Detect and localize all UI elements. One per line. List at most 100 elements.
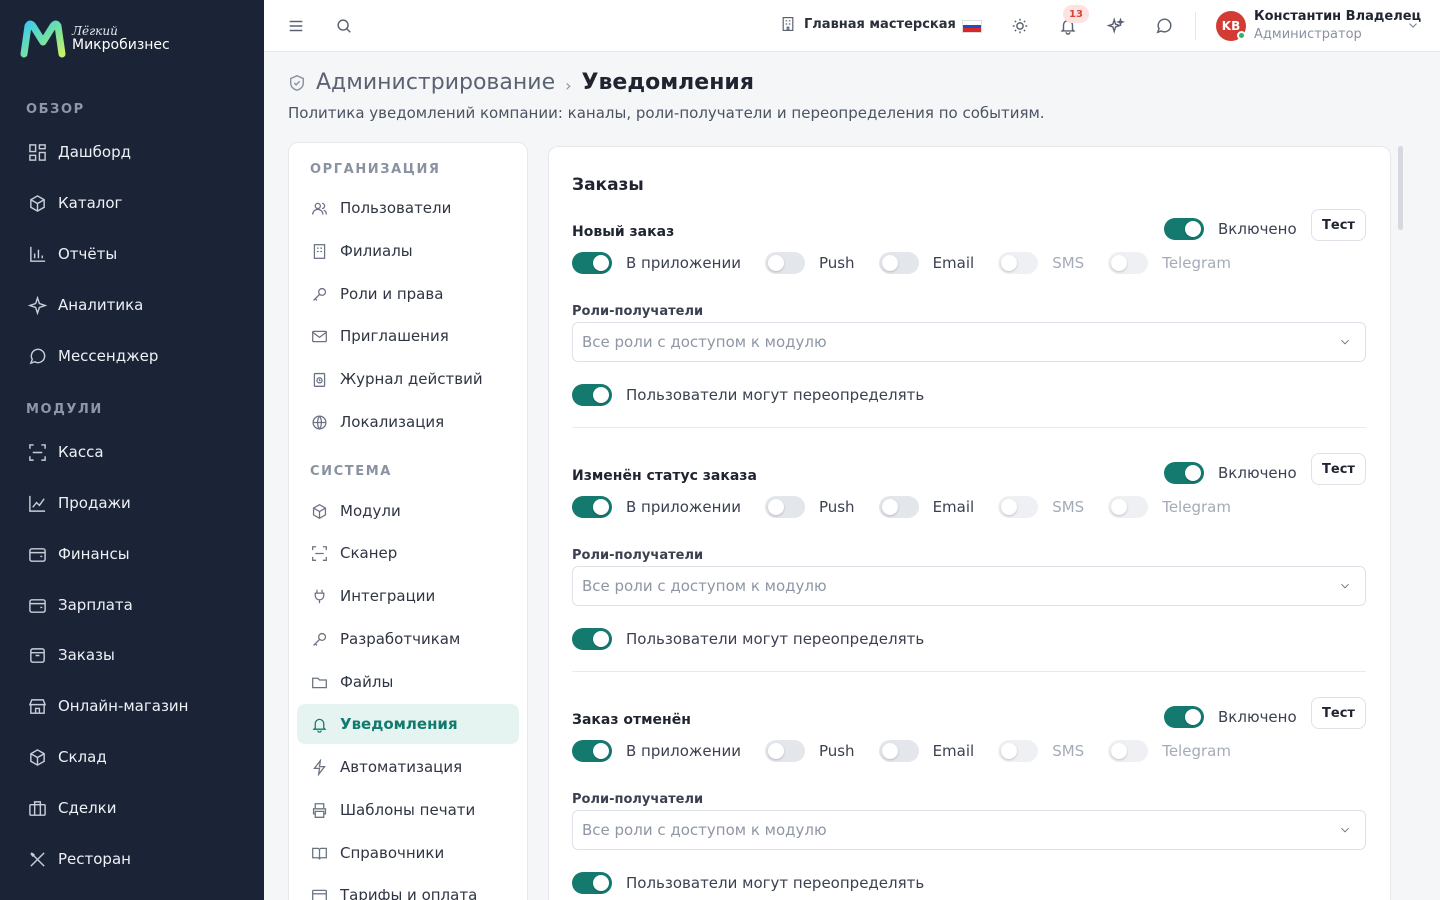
channel-in-app[interactable]: В приложении [572, 252, 741, 274]
roles-select[interactable]: Все роли с доступом к модулю [572, 322, 1366, 362]
roles-select[interactable]: Все роли с доступом к модулю [572, 566, 1366, 606]
channel-email[interactable]: Email [878, 740, 975, 762]
sidebar-item-cashier[interactable]: Касса [26, 434, 246, 470]
sidebar-item-orders[interactable]: Заказы [26, 637, 246, 673]
sidebar-item-catalog[interactable]: Каталог [26, 185, 246, 221]
settings-item-scanner[interactable]: Сканер [297, 533, 519, 573]
channel-label: Email [932, 742, 975, 760]
toggle-switch[interactable] [572, 252, 612, 274]
toggle-switch[interactable] [878, 496, 919, 518]
channel-label: В приложении [626, 498, 741, 516]
test-button[interactable]: Тест [1311, 453, 1366, 485]
test-button[interactable]: Тест [1311, 697, 1366, 729]
toggle-switch[interactable] [572, 740, 612, 762]
language-flag-icon[interactable] [962, 20, 982, 33]
channel-email[interactable]: Email [878, 496, 974, 518]
settings-item-label: Сканер [340, 544, 398, 562]
settings-item-integrations[interactable]: Интеграции [297, 576, 519, 616]
sidebar-item-finance[interactable]: Финансы [26, 536, 246, 572]
chevron-down-icon [1341, 583, 1349, 589]
channel-in-app[interactable]: В приложении [572, 740, 741, 762]
sidebar-item-warehouse[interactable]: Склад [26, 739, 246, 775]
menu-icon[interactable] [284, 14, 308, 38]
settings-item-notifications[interactable]: Уведомления [297, 704, 519, 744]
override-toggle[interactable]: Пользователи могут переопределять [572, 628, 924, 650]
toggle-switch[interactable] [878, 740, 919, 762]
sidebar-item-reports[interactable]: Отчёты [26, 236, 246, 272]
channel-sms: SMS [998, 252, 1084, 274]
settings-item-users[interactable]: Пользователи [297, 188, 519, 228]
settings-item-label: Пользователи [340, 199, 452, 217]
divider [572, 427, 1366, 428]
content-scrollbar[interactable] [1398, 146, 1403, 230]
override-label: Пользователи могут переопределять [626, 386, 925, 404]
toggle-switch[interactable] [1164, 462, 1204, 484]
settings-item-invites[interactable]: Приглашения [297, 316, 519, 356]
settings-item-files[interactable]: Файлы [297, 662, 519, 702]
settings-item-billing[interactable]: Тарифы и оплата [297, 875, 519, 900]
workspace-switcher[interactable]: Главная мастерская [780, 16, 956, 32]
breadcrumb-parent[interactable]: Администрирование [316, 70, 555, 95]
sidebar-item-online-store[interactable]: Онлайн-магазин [26, 688, 246, 724]
channel-push[interactable]: Push [764, 740, 855, 762]
chat-icon[interactable] [1152, 14, 1176, 38]
toggle-switch[interactable] [764, 740, 805, 762]
sidebar-item-restaurant[interactable]: Ресторан [26, 841, 246, 877]
settings-item-localization[interactable]: Локализация [297, 402, 519, 442]
toggle-switch[interactable] [572, 496, 612, 518]
event-enabled-toggle[interactable]: Включено [1164, 218, 1297, 240]
roles-select[interactable]: Все роли с доступом к модулю [572, 810, 1366, 850]
ai-sparkle-icon[interactable] [1104, 14, 1128, 38]
toggle-switch[interactable] [572, 872, 612, 894]
channel-label: Email [932, 254, 975, 272]
settings-item-developers[interactable]: Разработчикам [297, 619, 519, 659]
toggle-switch[interactable] [572, 384, 612, 406]
settings-item-dictionaries[interactable]: Справочники [297, 833, 519, 873]
settings-item-label: Разработчикам [340, 630, 461, 648]
sidebar-item-analytics[interactable]: Аналитика [26, 287, 246, 323]
sidebar-item-label: Продажи [58, 494, 131, 512]
sidebar-item-dashboard[interactable]: Дашборд [26, 134, 246, 170]
channel-telegram: Telegram [1108, 252, 1231, 274]
toggle-switch[interactable] [764, 496, 805, 518]
toggle-switch[interactable] [878, 252, 919, 274]
event-enabled-toggle[interactable]: Включено [1164, 706, 1297, 728]
chevron-down-icon[interactable] [1406, 17, 1420, 36]
toggle-switch[interactable] [764, 252, 805, 274]
settings-item-branches[interactable]: Филиалы [297, 231, 519, 271]
toggle-switch[interactable] [1164, 706, 1204, 728]
building-icon [313, 243, 326, 259]
search-icon[interactable] [332, 14, 356, 38]
sidebar-item-deals[interactable]: Сделки [26, 790, 246, 826]
building-icon [782, 17, 794, 31]
user-name[interactable]: Константин Владелец [1254, 9, 1421, 24]
channel-email[interactable]: Email [878, 252, 975, 274]
toggle-switch[interactable] [1164, 218, 1204, 240]
channel-label: В приложении [626, 254, 741, 272]
brand-logo[interactable]: Лёгкий Микробизнес [20, 20, 170, 58]
sidebar-item-messenger[interactable]: Мессенджер [26, 338, 246, 374]
channel-push[interactable]: Push [764, 252, 855, 274]
printer-icon [312, 802, 327, 818]
toggle-switch[interactable] [572, 628, 612, 650]
globe-icon [312, 414, 327, 430]
settings-item-automation[interactable]: Автоматизация [297, 747, 519, 787]
channel-in-app[interactable]: В приложении [572, 496, 741, 518]
channel-push[interactable]: Push [764, 496, 855, 518]
event-enabled-toggle[interactable]: Включено [1164, 462, 1297, 484]
override-toggle[interactable]: Пользователи могут переопределять [572, 384, 924, 406]
settings-item-print-templates[interactable]: Шаблоны печати [297, 790, 519, 830]
channel-label: Telegram [1162, 498, 1231, 516]
settings-item-modules[interactable]: Модули [297, 491, 519, 531]
toggle-switch [1108, 252, 1149, 274]
theme-sun-icon[interactable] [1008, 14, 1032, 38]
settings-section-system: СИСТЕМА [310, 464, 392, 479]
test-button[interactable]: Тест [1311, 209, 1366, 241]
sidebar-item-sales[interactable]: Продажи [26, 485, 246, 521]
sidebar-section-modules: МОДУЛИ [26, 402, 103, 417]
brand-big: Микробизнес [72, 36, 170, 53]
settings-item-roles[interactable]: Роли и права [297, 274, 519, 314]
override-toggle[interactable]: Пользователи могут переопределять [572, 872, 924, 894]
settings-item-audit-log[interactable]: Журнал действий [297, 359, 519, 399]
sidebar-item-salary[interactable]: Зарплата [26, 587, 246, 623]
